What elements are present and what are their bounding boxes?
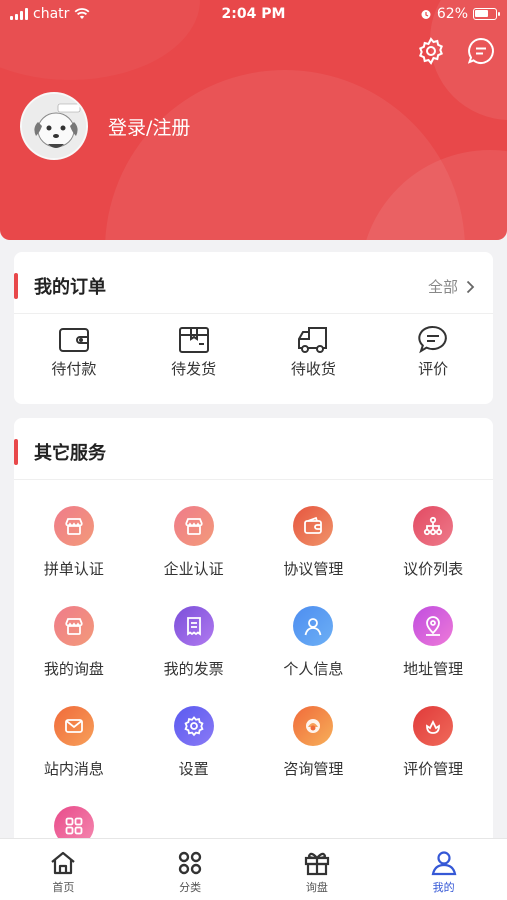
order-item-label: 待收货 [290, 360, 336, 378]
mail-icon [53, 706, 94, 746]
battery-percent: 62% [436, 6, 468, 22]
gift-icon [304, 852, 329, 876]
location-icon [413, 606, 454, 646]
service-item-label: 咨询管理 [283, 760, 344, 778]
services-title: 其它服务 [34, 443, 106, 464]
service-item[interactable]: 企业认证 [134, 506, 254, 606]
receipt-icon [173, 606, 214, 646]
service-item[interactable]: 拼单认证 [14, 506, 134, 606]
hierarchy-icon [413, 506, 454, 546]
settings-icon[interactable] [416, 36, 446, 66]
tab-inquiry[interactable]: 询盘 [254, 839, 381, 900]
service-item-label: 拼单认证 [43, 560, 104, 578]
message-icon[interactable] [466, 36, 496, 66]
service-item[interactable]: 设置 [134, 706, 254, 806]
service-item[interactable]: 我的询盘 [14, 606, 134, 706]
service-item-label: 站内消息 [43, 760, 104, 778]
service-item[interactable]: 个人信息 [254, 606, 374, 706]
tab-label: 我的 [432, 881, 455, 894]
user-icon [293, 606, 334, 646]
orders-header: 我的订单 全部 [14, 252, 493, 314]
service-item[interactable]: 评价管理 [373, 706, 493, 806]
service-item[interactable]: 咨询管理 [254, 706, 374, 806]
orders-card: 我的订单 全部 待付款 待发货 待收货 评价 [14, 252, 493, 404]
store-icon [53, 506, 94, 546]
service-item-label: 我的询盘 [43, 660, 104, 678]
service-item[interactable]: 站内消息 [14, 706, 134, 806]
gear-icon [173, 706, 214, 746]
service-icon [293, 706, 334, 746]
store-icon [53, 606, 94, 646]
tab-home[interactable]: 首页 [0, 839, 127, 900]
services-header: 其它服务 [14, 418, 493, 480]
section-accent-bar [14, 439, 18, 465]
chevron-right-icon [466, 280, 475, 293]
battery-icon [473, 8, 500, 20]
tab-bar: 首页 分类 询盘 我的 [0, 838, 507, 900]
tab-label: 询盘 [305, 881, 328, 894]
service-item-label: 议价列表 [403, 560, 464, 578]
order-review[interactable]: 评价 [373, 324, 493, 379]
wallet-icon [58, 328, 89, 352]
order-item-label: 评价 [418, 360, 449, 378]
service-item-label: 地址管理 [403, 660, 464, 678]
service-item-label: 个人信息 [283, 660, 344, 678]
service-item[interactable]: 地址管理 [373, 606, 493, 706]
services-card: 其它服务 拼单认证 企业认证 协议管理 议价列表我的询盘 我的发票 个人信息 地址管理站内消… [14, 418, 493, 858]
package-icon [178, 327, 209, 353]
all-orders-label: 全部 [427, 278, 458, 296]
section-accent-bar [14, 273, 18, 299]
service-item-label: 企业认证 [163, 560, 224, 578]
home-icon [51, 851, 76, 875]
login-register-link[interactable]: 登录/注册 [108, 113, 190, 140]
order-item-label: 待付款 [51, 360, 97, 378]
order-pending-shipment[interactable]: 待发货 [134, 324, 254, 379]
service-item-label: 我的发票 [163, 660, 224, 678]
order-pending-receipt[interactable]: 待收货 [254, 324, 374, 379]
category-icon [178, 851, 202, 875]
service-item-label: 评价管理 [403, 760, 464, 778]
comment-icon [418, 325, 447, 354]
tab-label: 首页 [52, 881, 75, 894]
avatar[interactable] [20, 92, 88, 160]
service-item[interactable]: 我的发票 [134, 606, 254, 706]
alarm-icon [421, 10, 431, 19]
wallet-icon [293, 506, 334, 546]
orders-title: 我的订单 [34, 277, 106, 298]
tab-mine[interactable]: 我的 [380, 839, 507, 900]
order-item-label: 待发货 [171, 360, 217, 378]
order-pending-payment[interactable]: 待付款 [14, 324, 134, 379]
service-item-label: 协议管理 [283, 560, 344, 578]
profile-icon [431, 851, 456, 876]
tab-category[interactable]: 分类 [127, 839, 254, 900]
all-orders-link[interactable]: 全部 [428, 276, 475, 297]
status-bar: chatr 2:04 PM 62% [0, 0, 507, 28]
flower-icon [413, 706, 454, 746]
store-icon [173, 506, 214, 546]
truck-icon [298, 327, 328, 353]
service-item[interactable]: 协议管理 [254, 506, 374, 606]
service-item-label: 设置 [178, 760, 209, 778]
service-item[interactable]: 议价列表 [373, 506, 493, 606]
tab-label: 分类 [179, 881, 202, 894]
